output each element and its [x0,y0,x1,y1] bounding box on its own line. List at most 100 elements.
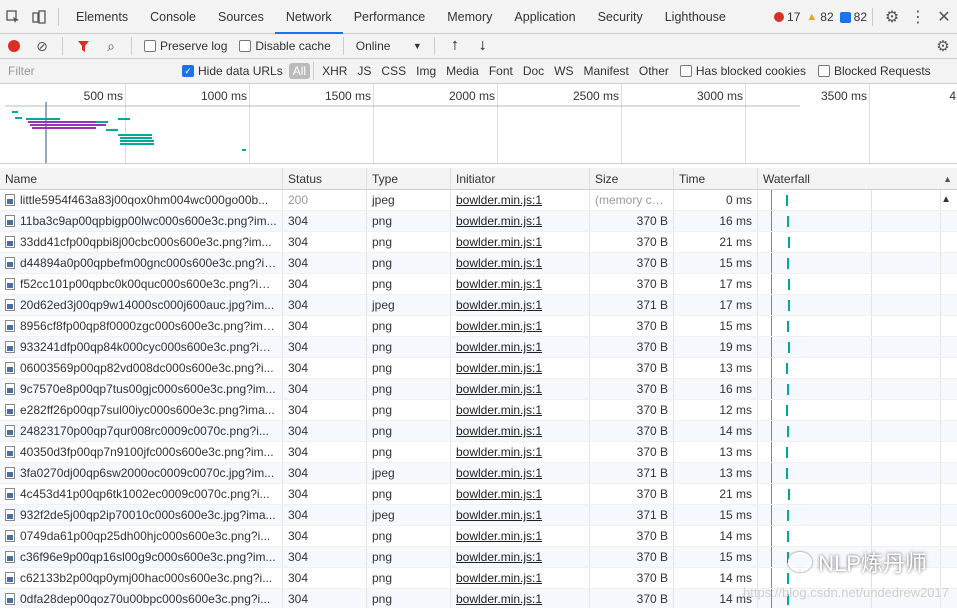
request-initiator-cell[interactable]: bowlder.min.js:1 [451,358,590,378]
request-name-cell: 9c7570e8p00qp7tus00gjc000s600e3c.png?im.… [0,379,283,399]
request-initiator-cell[interactable]: bowlder.min.js:1 [451,337,590,357]
issue-counters[interactable]: 17 ▲ 82 82 [774,0,867,34]
import-har-button[interactable]: ⭡ [441,34,469,59]
table-row[interactable]: little5954f463a83j00qox0hm004wc000go00b.… [0,190,957,211]
request-initiator-cell[interactable]: bowlder.min.js:1 [451,253,590,273]
has-blocked-cookies-checkbox[interactable]: Has blocked cookies [674,64,812,78]
tab-elements[interactable]: Elements [65,0,139,34]
filter-type-manifest[interactable]: Manifest [579,64,634,78]
close-icon[interactable]: ✕ [931,0,957,34]
clear-button[interactable]: ⊘ [28,34,56,59]
filter-type-all[interactable]: All [288,63,311,79]
column-header-type[interactable]: Type [367,168,451,190]
checkbox-box[interactable] [239,40,252,52]
checkbox-box[interactable] [144,40,156,52]
filter-type-img[interactable]: Img [411,64,441,78]
column-header-waterfall[interactable]: Waterfall ▲ [758,168,957,190]
record-button[interactable] [0,34,28,59]
request-initiator-cell[interactable]: bowlder.min.js:1 [451,442,590,462]
tab-console[interactable]: Console [139,0,207,34]
filter-type-doc[interactable]: Doc [518,64,549,78]
tab-performance[interactable]: Performance [343,0,437,34]
table-row[interactable]: f52cc101p00qpbc0k00quc000s600e3c.png?im.… [0,274,957,295]
table-row[interactable]: 11ba3c9ap00qpbigp00lwc000s600e3c.png?im.… [0,211,957,232]
filter-type-media[interactable]: Media [441,64,484,78]
request-name-text: 932f2de5j00qp2ip70010c000s600e3c.jpg?ima… [20,507,276,522]
table-row[interactable]: 06003569p00qp82vd008dc000s600e3c.png?i..… [0,358,957,379]
filter-toggle-button[interactable] [69,34,97,59]
export-har-button[interactable]: ⭣ [469,34,497,59]
request-initiator-cell[interactable]: bowlder.min.js:1 [451,568,590,588]
inspect-element-icon[interactable] [0,0,26,34]
timeline-overview[interactable]: 500 ms 1000 ms 1500 ms 2000 ms 2500 ms 3… [0,84,957,164]
device-toolbar-icon[interactable] [26,0,52,34]
table-row[interactable]: 932f2de5j00qp2ip70010c000s600e3c.jpg?ima… [0,505,957,526]
checkbox-box[interactable] [679,65,692,77]
table-row[interactable]: 24823170p00qp7qur008rc0009c0070c.png?i..… [0,421,957,442]
request-initiator-cell[interactable]: bowlder.min.js:1 [451,505,590,525]
waterfall-marker-line [771,421,772,441]
filter-input[interactable]: Filter [6,61,176,81]
preserve-log-checkbox[interactable]: Preserve log [138,39,233,53]
checkbox-checked-icon[interactable]: ✓ [182,65,194,77]
table-row[interactable]: 20d62ed3j00qp9w14000sc000j600auc.jpg?im.… [0,295,957,316]
waterfall-cell [758,274,941,294]
table-row[interactable]: 9c7570e8p00qp7tus00gjc000s600e3c.png?im.… [0,379,957,400]
table-row[interactable]: 40350d3fp00qp7n9100jfc000s600e3c.png?im.… [0,442,957,463]
request-initiator-cell[interactable]: bowlder.min.js:1 [451,463,590,483]
request-initiator-cell[interactable]: bowlder.min.js:1 [451,295,590,315]
tab-memory[interactable]: Memory [436,0,503,34]
filter-type-font[interactable]: Font [484,64,518,78]
search-button[interactable]: ⌕ [97,34,125,59]
request-initiator-cell[interactable]: bowlder.min.js:1 [451,274,590,294]
waterfall-bar [788,279,790,290]
throttling-select[interactable]: Online ▼ [350,39,428,53]
more-options-icon[interactable]: ⋮ [905,0,931,34]
waterfall-bar [788,342,790,353]
image-file-icon [5,551,15,563]
filter-type-other[interactable]: Other [634,64,674,78]
table-row[interactable]: d44894a0p00qpbefm00gnc000s600e3c.png?im.… [0,253,957,274]
filter-type-js[interactable]: JS [352,64,376,78]
tab-sources[interactable]: Sources [207,0,275,34]
hide-data-urls-checkbox[interactable]: ✓ Hide data URLs [176,64,289,78]
table-row[interactable]: 0749da61p00qp25dh00hjc000s600e3c.png?i..… [0,526,957,547]
waterfall-cell [758,421,941,441]
table-row[interactable]: 4c453d41p00qp6tk1002ec0009c0070c.png?i..… [0,484,957,505]
filter-type-css[interactable]: CSS [376,64,411,78]
disable-cache-checkbox[interactable]: Disable cache [233,39,336,53]
request-initiator-cell[interactable]: bowlder.min.js:1 [451,484,590,504]
column-header-status[interactable]: Status [283,168,367,190]
table-row[interactable]: 33dd41cfp00qpbi8j00cbc000s600e3c.png?im.… [0,232,957,253]
table-row[interactable]: 8956cf8fp00qp8f0000zgc000s600e3c.png?ima… [0,316,957,337]
column-header-initiator[interactable]: Initiator [451,168,590,190]
table-row[interactable]: 933241dfp00qp84k000cyc000s600e3c.png?im.… [0,337,957,358]
tab-lighthouse[interactable]: Lighthouse [654,0,737,34]
network-settings-gear-icon[interactable]: ⚙ [929,34,957,59]
column-header-name[interactable]: Name [0,168,283,190]
blocked-requests-checkbox[interactable]: Blocked Requests [812,64,937,78]
request-initiator-cell[interactable]: bowlder.min.js:1 [451,379,590,399]
request-initiator-cell[interactable]: bowlder.min.js:1 [451,232,590,252]
request-initiator-cell[interactable]: bowlder.min.js:1 [451,190,590,210]
settings-gear-icon[interactable]: ⚙ [879,0,905,34]
request-initiator-cell[interactable]: bowlder.min.js:1 [451,316,590,336]
request-initiator-cell[interactable]: bowlder.min.js:1 [451,421,590,441]
tab-security[interactable]: Security [587,0,654,34]
scroll-up-arrow-icon[interactable]: ▲ [941,194,951,205]
column-header-size[interactable]: Size [590,168,674,190]
table-row[interactable]: 3fa0270dj00qp6sw2000oc0009c0070c.jpg?im.… [0,463,957,484]
filter-type-ws[interactable]: WS [549,64,578,78]
request-size-cell: 370 B [590,484,674,504]
checkbox-box[interactable] [817,65,830,77]
tab-application[interactable]: Application [503,0,586,34]
filter-type-xhr[interactable]: XHR [317,64,352,78]
request-initiator-cell[interactable]: bowlder.min.js:1 [451,400,590,420]
table-row[interactable]: e282ff26p00qp7sul00iyc000s600e3c.png?ima… [0,400,957,421]
request-initiator-cell[interactable]: bowlder.min.js:1 [451,547,590,567]
column-header-time[interactable]: Time [674,168,758,190]
request-initiator-cell[interactable]: bowlder.min.js:1 [451,589,590,608]
tab-network[interactable]: Network [274,0,343,34]
request-initiator-cell[interactable]: bowlder.min.js:1 [451,526,590,546]
request-initiator-cell[interactable]: bowlder.min.js:1 [451,211,590,231]
